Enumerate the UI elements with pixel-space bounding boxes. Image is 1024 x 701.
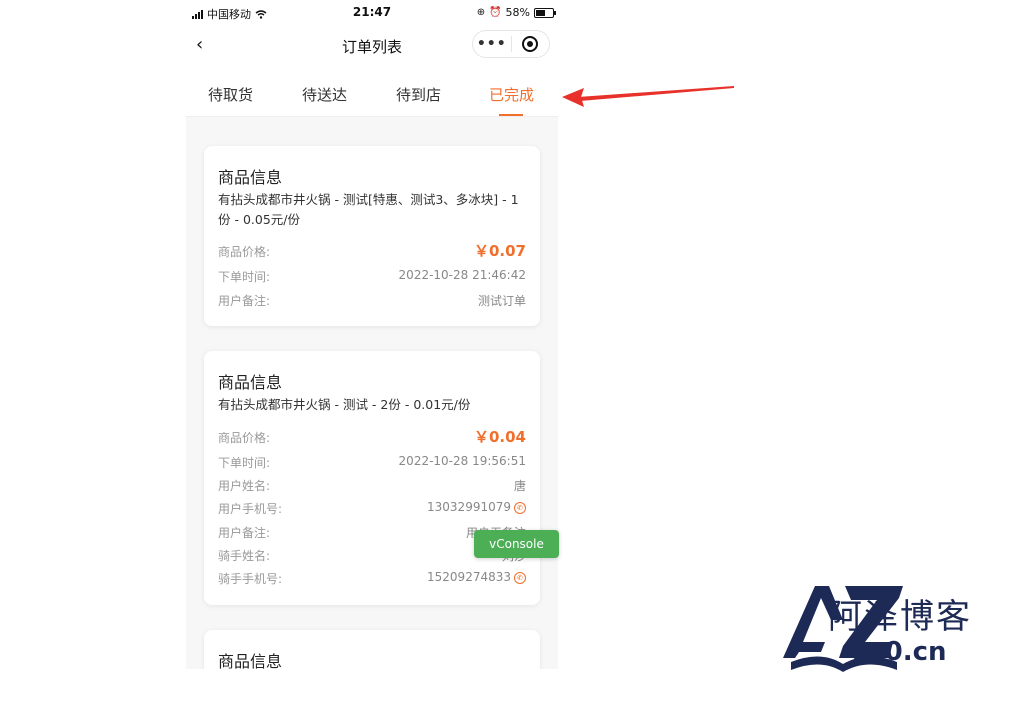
watermark-url: az0.cn: [852, 637, 947, 667]
lock-rotation-icon: ⊕: [476, 7, 486, 18]
tab-pending-store[interactable]: 待到店: [396, 84, 441, 105]
annotation-arrow-icon: [562, 86, 734, 107]
order-card[interactable]: 商品信息 有拈头成都市井火锅 - 测试 - 2份 - 0.01元/份 商品价格:…: [204, 351, 540, 605]
order-time-row: 下单时间: 2022-10-28 19:56:51: [218, 454, 526, 470]
mini-program-capsule: •••: [472, 30, 550, 58]
tab-pending-pickup[interactable]: 待取货: [208, 84, 253, 105]
phone-call-icon[interactable]: ✆: [514, 571, 526, 584]
user-phone-number: 13032991079: [427, 500, 511, 514]
order-time-row: 下单时间: 2022-10-28 21:46:42: [218, 268, 526, 284]
price-row: 商品价格: ￥0.04: [218, 428, 526, 446]
user-note-row: 用户备注: 测试订单: [218, 294, 526, 308]
order-tabs: 待取货 待送达 待到店 已完成: [186, 64, 558, 117]
battery-percent: 58%: [505, 6, 530, 19]
close-mini-program-button[interactable]: [511, 36, 549, 52]
rider-phone-row: 骑手手机号: 15209274833 ✆: [218, 570, 526, 588]
price-row: 商品价格: ￥0.07: [218, 242, 526, 260]
watermark-name: 阿泽博客: [828, 597, 972, 637]
card-title: 商品信息: [218, 652, 283, 669]
phone-screen: 中国移动 21:47 ⊕ ⏰ 58% ‹ 订单列表 ••• 待取货 待送达 待到…: [186, 0, 558, 669]
order-card[interactable]: 商品信息 有拈头成都市井火锅 - 测试[特惠、测试3、多冰块] - 1份 - 0…: [204, 146, 540, 326]
card-title: 商品信息: [218, 168, 283, 187]
product-description: 有拈头成都市井火锅 - 测试 - 2份 - 0.01元/份: [218, 397, 471, 412]
active-tab-indicator: [499, 114, 523, 116]
user-phone-row: 用户手机号: 13032991079 ✆: [218, 500, 526, 518]
target-icon: [522, 36, 539, 52]
phone-call-icon[interactable]: ✆: [514, 501, 526, 514]
price-value: ￥0.04: [473, 428, 526, 446]
vconsole-button[interactable]: vConsole: [474, 530, 559, 558]
status-bar: 中国移动 21:47 ⊕ ⏰ 58%: [186, 0, 558, 26]
order-card[interactable]: 商品信息: [204, 630, 540, 669]
user-name-row: 用户姓名: 唐: [218, 479, 526, 493]
battery-icon: [534, 7, 556, 18]
rider-phone-number: 15209274833: [427, 570, 511, 584]
nav-bar: ‹ 订单列表 •••: [186, 26, 558, 64]
tab-pending-delivery[interactable]: 待送达: [302, 84, 347, 105]
price-value: ￥0.07: [473, 242, 526, 260]
tab-completed[interactable]: 已完成: [489, 84, 534, 105]
alarm-icon: ⏰: [489, 7, 502, 18]
more-icon[interactable]: •••: [473, 36, 511, 52]
card-title: 商品信息: [218, 373, 283, 392]
product-description: 有拈头成都市井火锅 - 测试[特惠、测试3、多冰块] - 1份 - 0.05元/…: [218, 192, 519, 227]
